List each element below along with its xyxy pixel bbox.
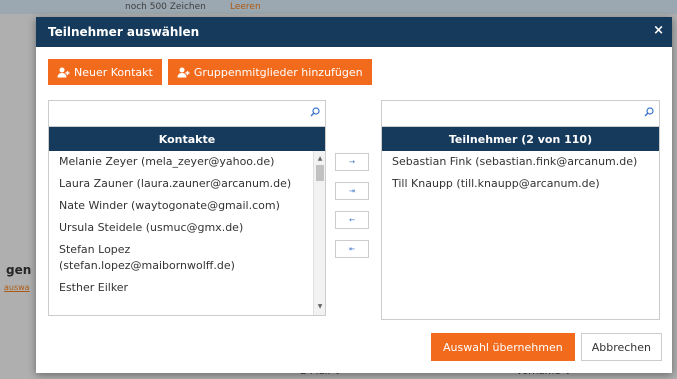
dialog-footer: Auswahl übernehmen Abbrechen bbox=[430, 333, 662, 361]
list-item[interactable]: Nate Winder (waytogonate@gmail.com) bbox=[49, 195, 325, 217]
list-item[interactable]: Esther Eilker bbox=[49, 277, 325, 299]
select-participants-dialog: Teilnehmer auswählen × Neuer Kontakt Gru… bbox=[36, 17, 672, 373]
search-icon[interactable] bbox=[310, 107, 320, 117]
move-all-right-button[interactable]: ⇥ bbox=[335, 182, 369, 200]
add-group-icon bbox=[177, 67, 190, 78]
list-item[interactable]: Laura Zauner (laura.zauner@arcanum.de) bbox=[49, 173, 325, 195]
contacts-search bbox=[49, 101, 325, 127]
move-all-left-button[interactable]: ⇤ bbox=[335, 240, 369, 258]
list-item[interactable]: Ursula Steidele (usmuc@gmx.de) bbox=[49, 217, 325, 239]
scroll-up-icon[interactable]: ▲ bbox=[314, 153, 325, 165]
contacts-search-input[interactable] bbox=[49, 101, 325, 126]
dialog-title: Teilnehmer auswählen bbox=[48, 25, 200, 39]
scroll-down-icon[interactable]: ▼ bbox=[314, 301, 325, 313]
contacts-list: Melanie Zeyer (mela_zeyer@yahoo.de) Laur… bbox=[49, 151, 325, 315]
search-icon[interactable] bbox=[644, 107, 654, 117]
list-item[interactable]: Till Knaupp (till.knaupp@arcanum.de) bbox=[382, 173, 659, 195]
add-group-members-button[interactable]: Gruppenmitglieder hinzufügen bbox=[167, 59, 372, 85]
add-group-label: Gruppenmitglieder hinzufügen bbox=[193, 65, 363, 79]
apply-selection-button[interactable]: Auswahl übernehmen bbox=[430, 333, 575, 361]
contacts-header: Kontakte bbox=[49, 127, 325, 151]
new-contact-button[interactable]: Neuer Kontakt bbox=[48, 59, 162, 85]
close-icon[interactable]: × bbox=[653, 23, 664, 38]
participants-search bbox=[382, 101, 659, 127]
participants-search-input[interactable] bbox=[382, 101, 659, 126]
move-right-button[interactable]: → bbox=[335, 153, 369, 171]
list-item[interactable]: Sebastian Fink (sebastian.fink@arcanum.d… bbox=[382, 151, 659, 173]
contacts-scrollbar[interactable]: ▲ ▼ bbox=[313, 151, 325, 315]
scrollbar-thumb[interactable] bbox=[316, 165, 324, 181]
participants-panel: Teilnehmer (2 von 110) Sebastian Fink (s… bbox=[381, 100, 660, 320]
move-buttons: → ⇥ ← ⇤ bbox=[332, 153, 372, 269]
list-item[interactable]: Melanie Zeyer (mela_zeyer@yahoo.de) bbox=[49, 151, 325, 173]
move-left-button[interactable]: ← bbox=[335, 211, 369, 229]
new-contact-label: Neuer Kontakt bbox=[74, 65, 153, 79]
participants-list: Sebastian Fink (sebastian.fink@arcanum.d… bbox=[382, 151, 659, 319]
cancel-button[interactable]: Abbrechen bbox=[580, 333, 662, 361]
add-user-icon bbox=[57, 67, 70, 78]
dialog-header: Teilnehmer auswählen × bbox=[36, 17, 672, 47]
list-item[interactable]: Stefan Lopez (stefan.lopez@maibornwolff.… bbox=[49, 239, 325, 277]
participants-header: Teilnehmer (2 von 110) bbox=[382, 127, 659, 151]
contacts-panel: Kontakte Melanie Zeyer (mela_zeyer@yahoo… bbox=[48, 100, 326, 316]
dialog-toolbar: Neuer Kontakt Gruppenmitglieder hinzufüg… bbox=[48, 59, 372, 85]
